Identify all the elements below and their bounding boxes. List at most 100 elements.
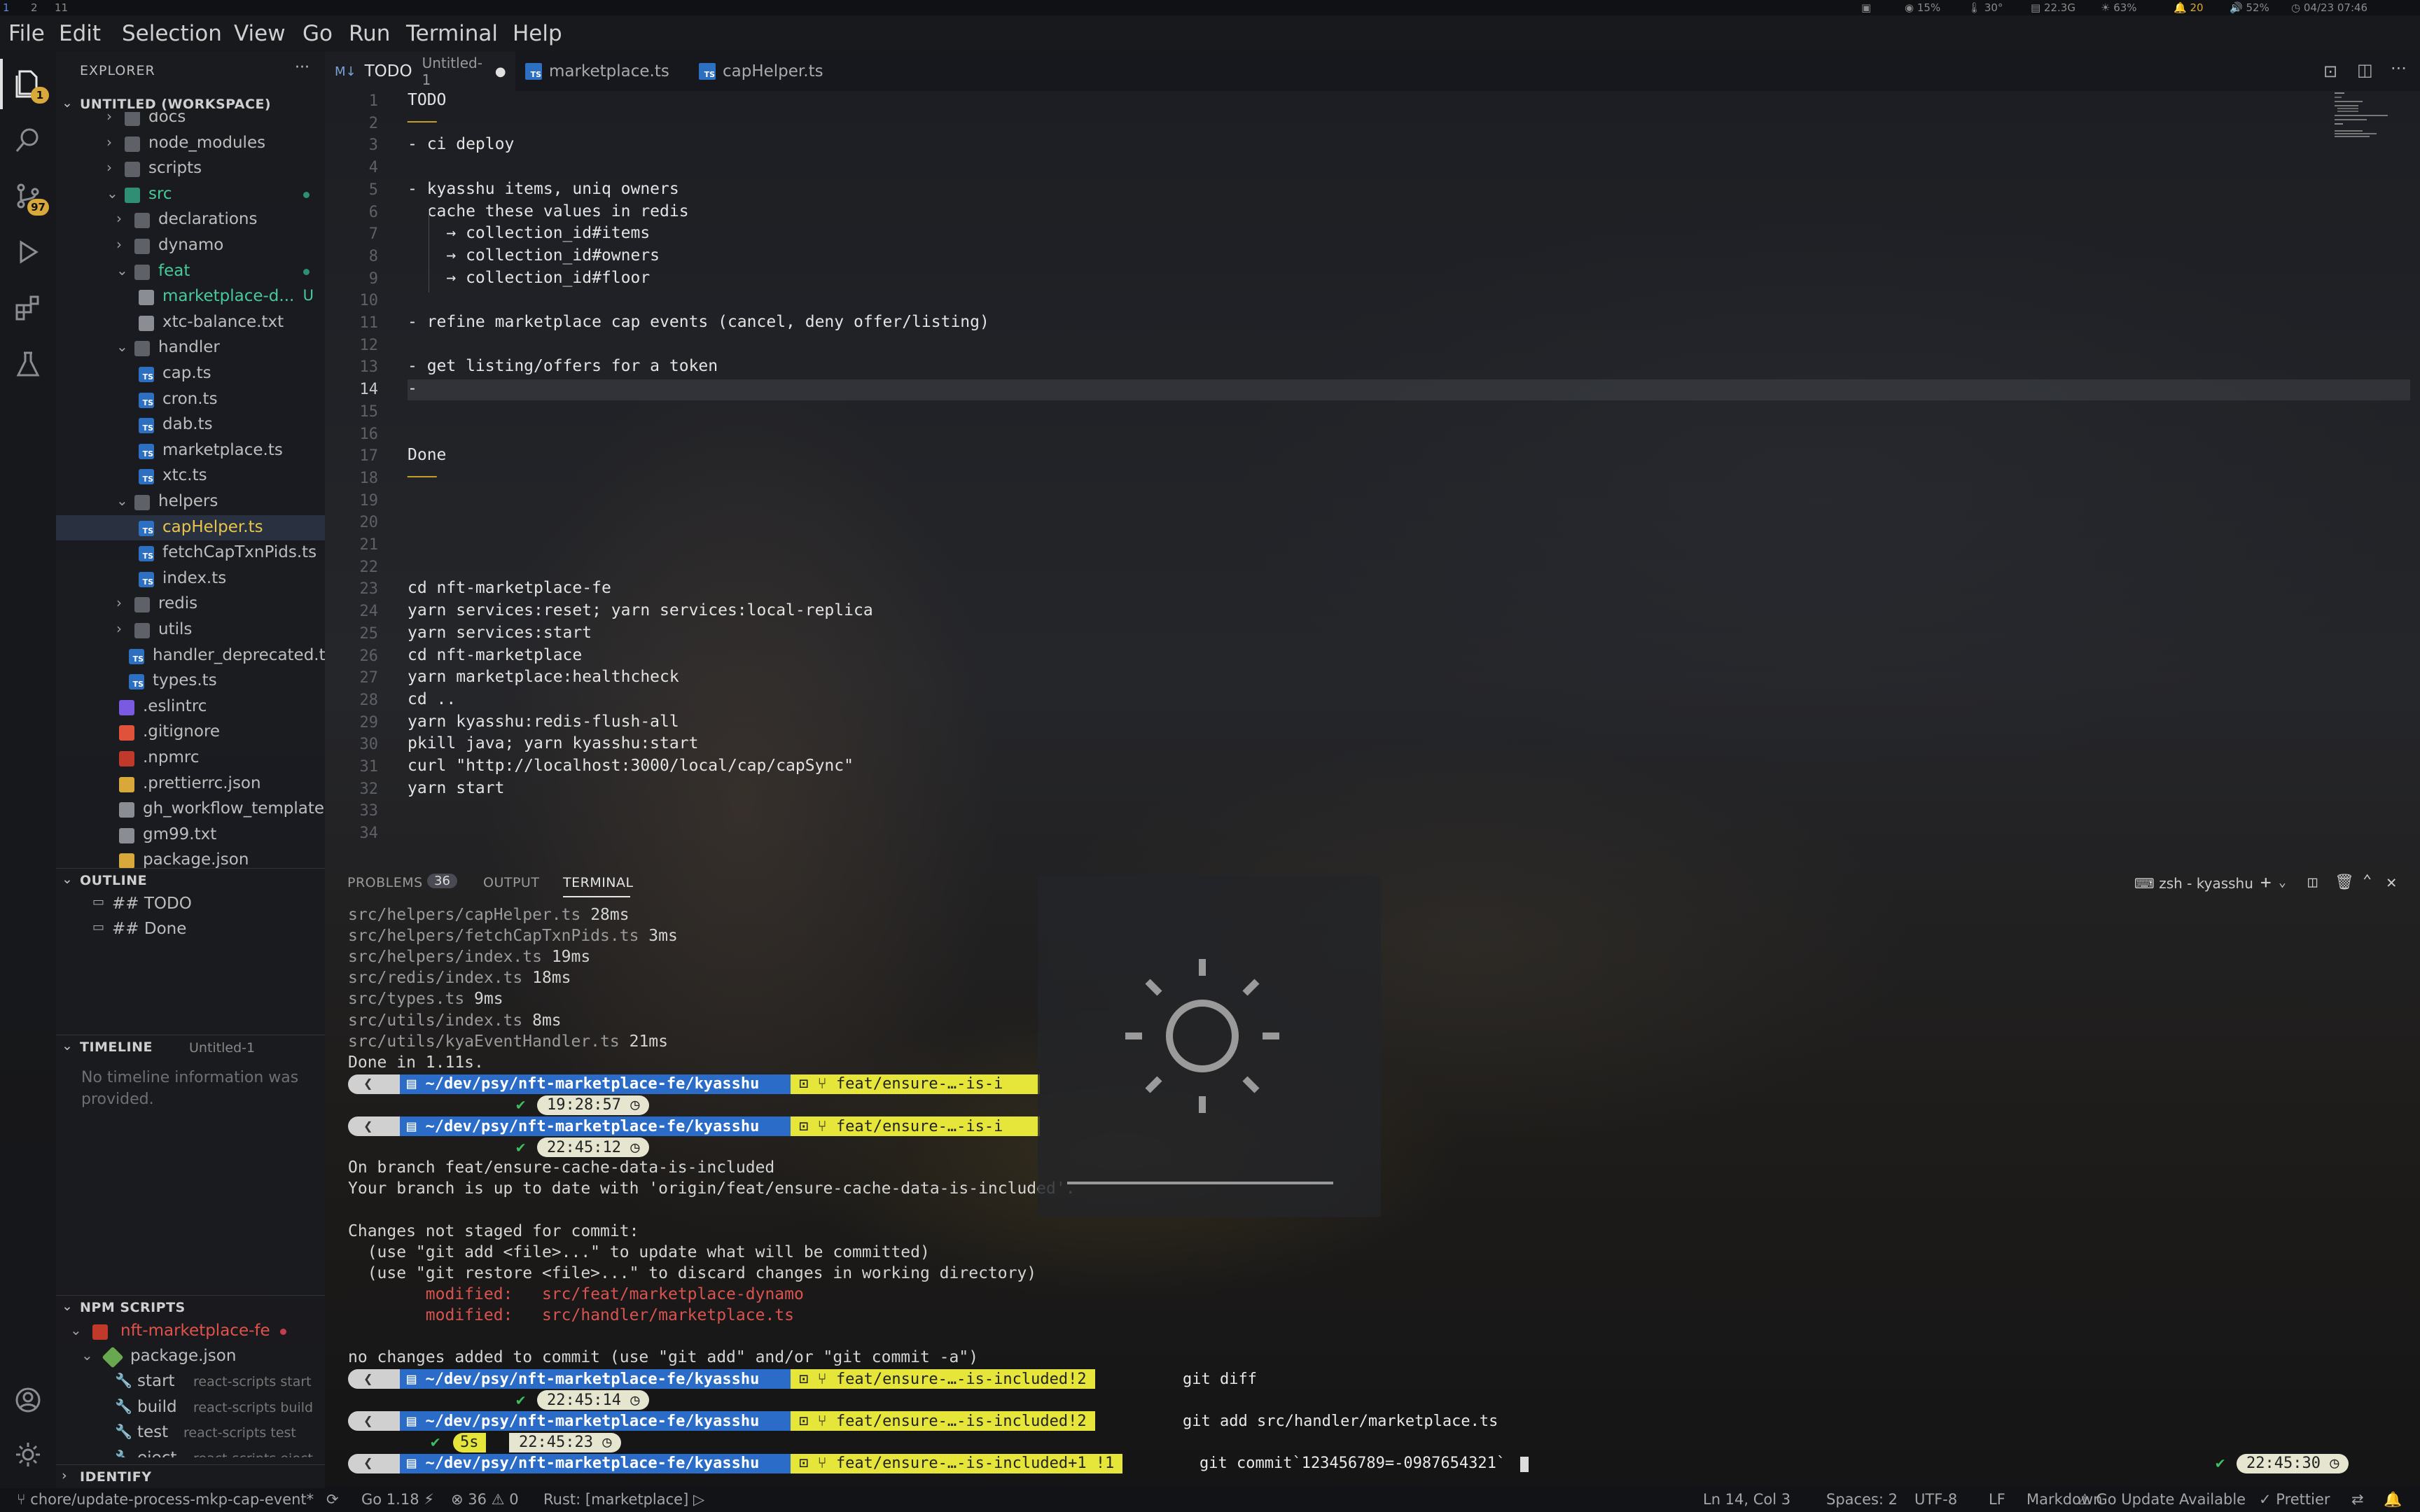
tree-item-eslintrc[interactable]: .eslintrc — [56, 694, 325, 720]
maximize-panel-icon[interactable]: ⌃ — [2363, 872, 2372, 890]
tree-item-utils[interactable]: › utils — [56, 617, 325, 643]
extensions-icon[interactable] — [10, 290, 46, 326]
tree-item-scripts[interactable]: › scripts — [56, 156, 325, 181]
tree-item-declarations[interactable]: › declarations — [56, 207, 325, 232]
menu-edit[interactable]: Edit — [59, 21, 101, 46]
tree-item-gm99-txt[interactable]: gm99.txt — [56, 822, 325, 848]
line-ending[interactable]: LF — [1989, 1491, 2005, 1508]
notifications-bell-icon[interactable]: 🔔 — [2384, 1491, 2402, 1508]
code-line: TODO — [408, 91, 447, 109]
close-panel-icon[interactable]: ✕ — [2386, 872, 2396, 892]
tree-item-gh-workflow-template[interactable]: gh_workflow_template — [56, 797, 325, 822]
more-actions-icon[interactable]: ··· — [295, 59, 310, 76]
tree-item-marketplace-d[interactable]: marketplace-d... U — [56, 284, 325, 309]
tree-item-fetchcaptxnpids-ts[interactable]: TS fetchCapTxnPids.ts — [56, 540, 325, 566]
workspace-2[interactable]: 2 — [31, 1, 38, 14]
rust-indicator[interactable]: Rust: [marketplace] ▷ — [543, 1491, 704, 1508]
tree-item-gitignore[interactable]: .gitignore — [56, 720, 325, 745]
tab-todo[interactable]: M↓ TODO Untitled-1 ● — [325, 52, 515, 91]
tree-item-index-ts[interactable]: TS index.ts — [56, 566, 325, 592]
tree-item-types-ts[interactable]: TS types.ts — [56, 668, 325, 694]
source-control-icon[interactable]: 97 — [10, 178, 49, 216]
minimap[interactable] — [2332, 91, 2409, 140]
tree-item-dynamo[interactable]: › dynamo — [56, 233, 325, 258]
prettier-indicator[interactable]: ✓ Prettier — [2259, 1491, 2330, 1508]
trash-icon[interactable]: 🗑 — [2335, 874, 2354, 891]
tab-caphelper[interactable]: TS capHelper.ts — [689, 52, 851, 91]
more-actions-icon[interactable]: ··· — [2391, 59, 2407, 78]
npm-script-eject[interactable]: 🔧 eject react-scripts eject — [56, 1446, 325, 1457]
tree-item-handler[interactable]: ⌄ handler — [56, 335, 325, 360]
tree-item-src[interactable]: ⌄ src — [56, 182, 325, 207]
explorer-icon[interactable]: 1 — [10, 66, 49, 104]
outline-item-todo[interactable]: ▭ ## TODO — [56, 892, 325, 917]
go-update-indicator[interactable]: ⚠ Go Update Available — [2078, 1491, 2246, 1508]
active-tab-underline — [563, 896, 630, 897]
menu-terminal[interactable]: Terminal — [406, 21, 498, 46]
cursor-position[interactable]: Ln 14, Col 3 — [1703, 1491, 1790, 1508]
tree-item-label: xtc.ts — [162, 466, 207, 485]
workspace-11[interactable]: 11 — [55, 1, 68, 14]
npm-script-start[interactable]: 🔧 start react-scripts start — [56, 1369, 325, 1394]
tree-item-prettierrc-json[interactable]: .prettierrc.json — [56, 771, 325, 797]
tab-output[interactable]: OUTPUT — [483, 875, 539, 890]
feedback-icon[interactable]: ⇄ — [2351, 1491, 2364, 1508]
unsaved-dot-icon[interactable]: ● — [495, 64, 506, 79]
timeline-section-header[interactable]: ⌄ TIMELINE Untitled-1 — [56, 1035, 325, 1058]
tree-item-handler-deprecated-ts[interactable]: TS handler_deprecated.ts — [56, 643, 325, 668]
split-editor-icon[interactable]: ◫ — [2357, 60, 2373, 80]
indentation[interactable]: Spaces: 2 — [1826, 1491, 1898, 1508]
npm-scripts-section-header[interactable]: ⌄ NPM SCRIPTS — [56, 1295, 325, 1319]
tree-item-dab-ts[interactable]: TS dab.ts — [56, 412, 325, 438]
tree-item-xtc-ts[interactable]: TS xtc.ts — [56, 463, 325, 489]
outline-section-header[interactable]: ⌄ OUTLINE — [56, 868, 325, 892]
account-icon[interactable] — [10, 1382, 46, 1418]
open-preview-icon[interactable]: ⊡ — [2323, 62, 2337, 81]
text-editor[interactable]: 1 TODO 2 ─── 3 - ci deploy 4 5 - kyasshu items, … — [325, 91, 2420, 867]
npm-script-test[interactable]: 🔧 test react-scripts test — [56, 1420, 325, 1446]
workspace-1[interactable]: 1 — [3, 1, 10, 14]
new-terminal-icon[interactable]: + — [2260, 872, 2272, 893]
tree-item-xtc-balance-txt[interactable]: xtc-balance.txt — [56, 310, 325, 335]
problems-indicator[interactable]: ⊗ 36 ⚠ 0 — [451, 1491, 519, 1508]
tab-problems[interactable]: PROBLEMS — [347, 875, 423, 890]
branch-indicator[interactable]: ⑂ chore/update-process-mkp-cap-event* — [17, 1491, 314, 1508]
menu-go[interactable]: Go — [302, 21, 333, 46]
node-modules-folder-icon — [125, 136, 140, 152]
tree-item-cron-ts[interactable]: TS cron.ts — [56, 387, 325, 412]
tree-item-node-modules[interactable]: › node_modules — [56, 131, 325, 156]
testing-icon[interactable] — [10, 346, 46, 382]
outline-item-done[interactable]: ▭ ## Done — [56, 917, 325, 942]
terminal-line: (use "git restore <file>..." to discard … — [348, 1264, 1037, 1282]
tree-item-docs[interactable]: › docs — [56, 112, 325, 130]
encoding[interactable]: UTF-8 — [1914, 1491, 1957, 1508]
menu-view[interactable]: View — [234, 21, 286, 46]
chevron-down-icon[interactable]: ⌄ — [2279, 875, 2286, 890]
terminal-selector[interactable]: ⌨ zsh - kyasshu — [2134, 875, 2253, 892]
npm-script-build[interactable]: 🔧 build react-scripts build — [56, 1395, 325, 1420]
run-debug-icon[interactable] — [10, 234, 46, 270]
tab-marketplace[interactable]: TS marketplace.ts — [515, 52, 689, 91]
search-icon[interactable] — [10, 122, 46, 158]
split-terminal-icon[interactable]: ◫ — [2308, 874, 2317, 891]
npm-package-json[interactable]: ⌄ package.json — [56, 1344, 325, 1369]
tree-item-cap-ts[interactable]: TS cap.ts — [56, 361, 325, 386]
sync-icon[interactable]: ⟳ — [326, 1491, 339, 1508]
tree-item-redis[interactable]: › redis — [56, 592, 325, 617]
tree-item-label: dynamo — [158, 236, 224, 254]
terminal-line: (use "git add <file>..." to update what … — [348, 1242, 930, 1261]
tree-item-helpers[interactable]: ⌄ helpers — [56, 489, 325, 514]
menu-help[interactable]: Help — [513, 21, 562, 46]
identify-section-header[interactable]: › IDENTIFY — [56, 1464, 325, 1488]
tree-item-caphelper-ts[interactable]: TS capHelper.ts — [56, 514, 325, 540]
menu-run[interactable]: Run — [349, 21, 390, 46]
menu-file[interactable]: File — [8, 21, 45, 46]
tree-item-npmrc[interactable]: .npmrc — [56, 746, 325, 771]
go-version[interactable]: Go 1.18 ⚡ — [361, 1491, 434, 1508]
tree-item-marketplace-ts[interactable]: TS marketplace.ts — [56, 438, 325, 463]
tab-terminal[interactable]: TERMINAL — [563, 875, 634, 890]
tree-item-feat[interactable]: ⌄ feat — [56, 259, 325, 284]
menu-selection[interactable]: Selection — [122, 21, 222, 46]
settings-gear-icon[interactable] — [10, 1436, 46, 1473]
npm-project[interactable]: ⌄ nft-marketplace-fe — [56, 1319, 325, 1344]
